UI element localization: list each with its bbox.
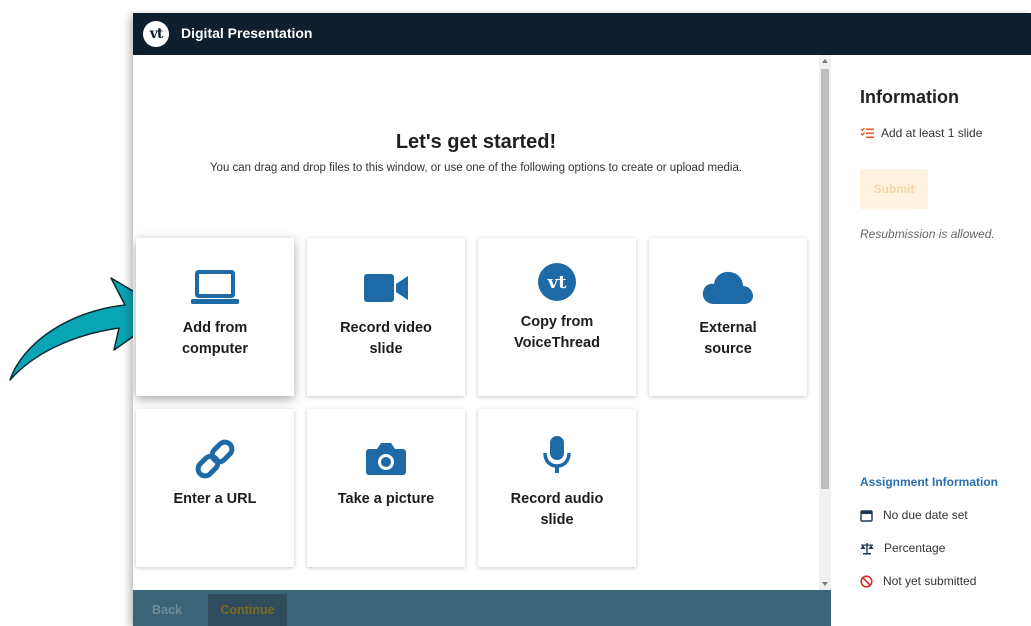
- video-camera-icon: [364, 274, 408, 302]
- enter-url-card[interactable]: Enter a URL: [136, 409, 294, 567]
- submit-button[interactable]: Submit: [860, 169, 928, 209]
- card-label: Copy from VoiceThread: [514, 314, 600, 351]
- requirement-item: Add at least 1 slide: [860, 126, 982, 140]
- card-label: External source: [699, 320, 757, 357]
- media-options-panel: Let's get started! You can drag and drop…: [133, 55, 819, 590]
- camera-icon: [366, 443, 406, 475]
- card-label: Record video slide: [340, 320, 432, 357]
- record-audio-slide-card[interactable]: Record audio slide: [478, 409, 636, 567]
- page-heading: Let's get started!: [395, 131, 557, 153]
- grading-row: Percentage: [860, 541, 945, 555]
- information-sidebar: Information Add at least 1 slide Submit …: [831, 55, 1031, 626]
- calendar-icon: [860, 509, 873, 522]
- microphone-icon: [543, 436, 571, 473]
- cloud-icon: [702, 271, 753, 304]
- requirement-text: Add at least 1 slide: [881, 126, 983, 140]
- external-source-card[interactable]: External source: [649, 238, 807, 396]
- back-button[interactable]: Back: [141, 594, 193, 626]
- due-date-row: No due date set: [860, 508, 968, 522]
- assignment-information-title: Assignment Information: [860, 475, 999, 489]
- information-title: Information: [860, 87, 959, 107]
- app-title: Digital Presentation: [181, 25, 313, 41]
- laptop-icon: [191, 270, 239, 304]
- voicethread-logo-icon: vt: [538, 263, 576, 301]
- scroll-thumb[interactable]: [821, 69, 829, 489]
- scale-icon: [860, 542, 874, 554]
- voicethread-logo: vt: [143, 21, 169, 47]
- checklist-icon: [860, 127, 874, 139]
- resubmission-note: Resubmission is allowed.: [860, 227, 995, 241]
- status-text: Not yet submitted: [883, 574, 977, 588]
- card-label: Record audio slide: [510, 491, 604, 528]
- title-bar: vt Digital Presentation: [133, 13, 1031, 55]
- card-label: Take a picture: [337, 491, 435, 507]
- record-video-slide-card[interactable]: Record video slide: [307, 238, 465, 396]
- add-from-computer-card[interactable]: Add from computer: [136, 238, 294, 396]
- status-row: Not yet submitted: [860, 574, 976, 588]
- due-date-text: No due date set: [883, 508, 968, 522]
- grading-text: Percentage: [884, 541, 946, 555]
- svg-text:vt: vt: [547, 272, 567, 293]
- scroll-up-arrow-icon[interactable]: [822, 59, 828, 63]
- continue-button[interactable]: Continue: [208, 594, 287, 626]
- link-icon: [195, 439, 235, 479]
- card-label: Enter a URL: [173, 491, 257, 507]
- instructions-text: You can drag and drop files to this wind…: [209, 162, 743, 174]
- card-label: Add from computer: [181, 320, 249, 357]
- not-submitted-icon: [860, 574, 873, 588]
- take-picture-card[interactable]: Take a picture: [307, 409, 465, 567]
- app-window: vt Digital Presentation Let's get starte…: [133, 13, 1031, 626]
- scroll-down-arrow-icon[interactable]: [822, 582, 828, 586]
- main-scrollbar[interactable]: [819, 55, 831, 590]
- copy-from-voicethread-card[interactable]: vt Copy from VoiceThread: [478, 238, 636, 396]
- footer-bar: Back Continue: [133, 590, 831, 626]
